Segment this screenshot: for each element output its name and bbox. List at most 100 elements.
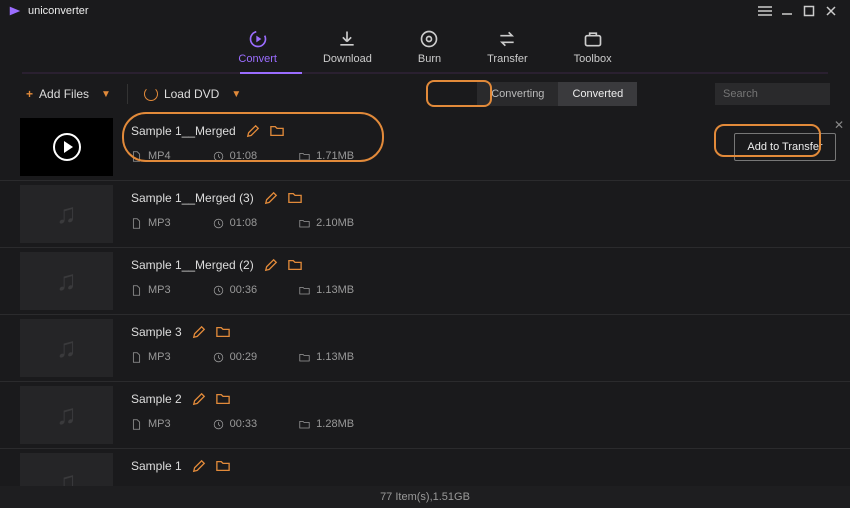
tab-converting[interactable]: Converting [477, 82, 558, 106]
folder-icon[interactable] [288, 191, 302, 205]
thumbnail[interactable]: ♫ [20, 185, 113, 243]
file-format: MP3 [131, 284, 171, 296]
file-size: 1.71MB [299, 150, 354, 162]
file-duration: 01:08 [213, 150, 258, 162]
nav-toolbox[interactable]: Toolbox [574, 29, 612, 65]
nav-label: Transfer [487, 53, 528, 65]
file-format: MP3 [131, 217, 171, 229]
file-meta: Sample 1__Merged (2) MP3 00:36 1.13MB [113, 248, 720, 314]
row-actions [720, 315, 850, 381]
file-icon [131, 419, 142, 430]
file-format: MP4 [131, 150, 171, 162]
file-format: MP3 [131, 351, 171, 363]
nav-download[interactable]: Download [323, 29, 372, 65]
thumbnail[interactable]: ♫ [20, 252, 113, 310]
close-button[interactable] [820, 2, 842, 20]
clock-icon [213, 285, 224, 296]
nav-active-indicator [240, 72, 302, 74]
thumbnail[interactable]: ♫ [20, 386, 113, 444]
remove-row-button[interactable]: ✕ [834, 118, 844, 132]
file-name: Sample 3 [131, 325, 182, 339]
folder-icon[interactable] [216, 459, 230, 473]
status-bar: 77 Item(s),1.51GB [0, 486, 850, 508]
file-meta: Sample 2 MP3 00:33 1.28MB [113, 382, 720, 448]
file-list: Sample 1__Merged MP4 01:08 1.71MB ✕Add to… [0, 114, 850, 508]
edit-icon[interactable] [192, 459, 206, 473]
clock-icon [213, 352, 224, 363]
music-note-icon: ♫ [56, 399, 77, 431]
file-format: MP3 [131, 418, 171, 430]
folder-mini-icon [299, 218, 310, 229]
search-input[interactable] [715, 83, 830, 105]
nav-label: Toolbox [574, 53, 612, 65]
row-actions [720, 248, 850, 314]
add-to-transfer-button[interactable]: Add to Transfer [734, 133, 835, 161]
file-size: 1.13MB [299, 351, 354, 363]
file-duration: 00:36 [213, 284, 258, 296]
search-box [715, 83, 830, 105]
edit-icon[interactable] [264, 258, 278, 272]
file-meta: Sample 1__Merged (3) MP3 01:08 2.10MB [113, 181, 720, 247]
nav-convert[interactable]: Convert [238, 29, 277, 65]
footer-summary: 77 Item(s),1.51GB [380, 491, 470, 503]
list-item[interactable]: ♫ Sample 1__Merged (2) MP3 00:36 1.13MB [0, 247, 850, 314]
nav-burn[interactable]: Burn [418, 29, 441, 65]
folder-mini-icon [299, 285, 310, 296]
nav-label: Burn [418, 53, 441, 65]
folder-mini-icon [299, 151, 310, 162]
folder-icon[interactable] [288, 258, 302, 272]
list-item[interactable]: ♫ Sample 3 MP3 00:29 1.13MB [0, 314, 850, 381]
clock-icon [213, 218, 224, 229]
music-note-icon: ♫ [56, 332, 77, 364]
file-size: 1.13MB [299, 284, 354, 296]
list-item[interactable]: Sample 1__Merged MP4 01:08 1.71MB ✕Add to… [0, 114, 850, 180]
edit-icon[interactable] [264, 191, 278, 205]
minimize-button[interactable] [776, 2, 798, 20]
chevron-down-icon: ▼ [101, 89, 111, 100]
menu-icon[interactable] [754, 2, 776, 20]
nav-label: Download [323, 53, 372, 65]
row-actions [720, 382, 850, 448]
main-nav: Convert Download Burn Transfer Toolbox [0, 22, 850, 72]
list-item[interactable]: ♫ Sample 2 MP3 00:33 1.28MB [0, 381, 850, 448]
file-icon [131, 151, 142, 162]
edit-icon[interactable] [192, 325, 206, 339]
nav-divider [22, 72, 828, 74]
toolbar: + Add Files ▼ Load DVD ▼ Converting Conv… [0, 76, 850, 114]
folder-icon[interactable] [216, 325, 230, 339]
add-files-button[interactable]: + Add Files ▼ [20, 83, 117, 105]
maximize-button[interactable] [798, 2, 820, 20]
nav-label: Convert [238, 53, 277, 65]
file-icon [131, 285, 142, 296]
thumbnail[interactable] [20, 118, 113, 176]
thumbnail[interactable]: ♫ [20, 319, 113, 377]
file-size: 2.10MB [299, 217, 354, 229]
file-meta: Sample 1__Merged MP4 01:08 1.71MB [113, 114, 720, 180]
music-note-icon: ♫ [56, 265, 77, 297]
file-name: Sample 1__Merged (2) [131, 258, 254, 272]
status-tabs: Converting Converted [477, 82, 637, 106]
file-duration: 00:33 [213, 418, 258, 430]
file-icon [131, 218, 142, 229]
tab-converted[interactable]: Converted [558, 82, 637, 106]
edit-icon[interactable] [246, 124, 260, 138]
convert-icon [248, 29, 268, 49]
file-duration: 01:08 [213, 217, 258, 229]
folder-icon[interactable] [216, 392, 230, 406]
list-item[interactable]: ♫ Sample 1__Merged (3) MP3 01:08 2.10MB [0, 180, 850, 247]
music-note-icon: ♫ [56, 198, 77, 230]
folder-icon[interactable] [270, 124, 284, 138]
burn-icon [419, 29, 439, 49]
row-actions [720, 181, 850, 247]
download-icon [337, 29, 357, 49]
play-icon [53, 133, 81, 161]
nav-transfer[interactable]: Transfer [487, 29, 528, 65]
folder-mini-icon [299, 419, 310, 430]
titlebar: uniconverter [0, 0, 850, 22]
file-name: Sample 2 [131, 392, 182, 406]
toolbox-icon [583, 29, 603, 49]
file-meta: Sample 3 MP3 00:29 1.13MB [113, 315, 720, 381]
load-dvd-button[interactable]: Load DVD ▼ [138, 83, 247, 105]
file-duration: 00:29 [213, 351, 258, 363]
edit-icon[interactable] [192, 392, 206, 406]
